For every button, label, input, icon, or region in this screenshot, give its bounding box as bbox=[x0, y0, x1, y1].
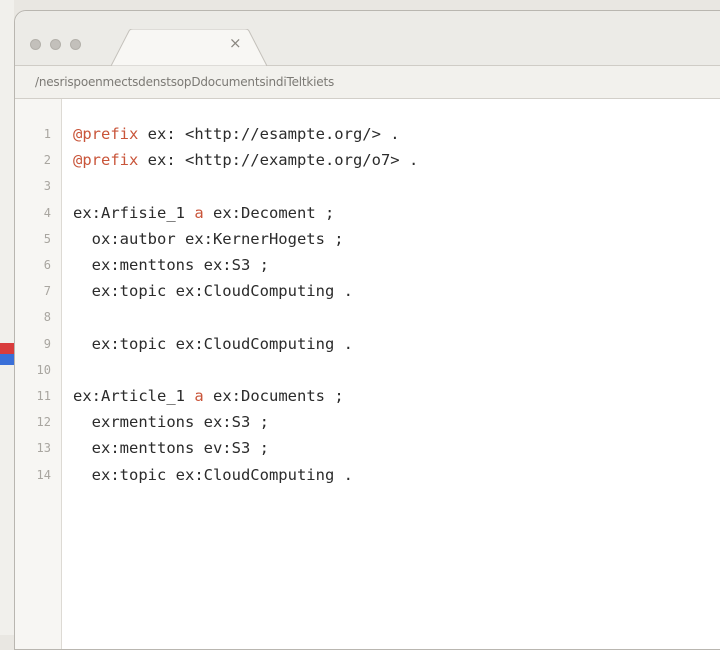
side-marker-red bbox=[0, 343, 14, 354]
code-line: 3 bbox=[15, 173, 715, 199]
line-number: 11 bbox=[36, 389, 51, 403]
window-controls bbox=[30, 39, 81, 50]
code-token: ex:topic ex:CloudComputing . bbox=[73, 465, 353, 484]
code-text: ex:topic ex:CloudComputing . bbox=[73, 331, 353, 357]
line-number: 9 bbox=[43, 336, 51, 351]
line-number: 12 bbox=[36, 415, 51, 430]
tab-active[interactable] bbox=[111, 29, 267, 66]
code-text: ex:topic ex:CloudComputing . bbox=[73, 278, 353, 304]
code-line: 8 bbox=[15, 304, 715, 330]
line-number: 4 bbox=[43, 205, 51, 220]
editor-window: × /nesrispoenmectsdenstsopDdocumentsindi… bbox=[14, 10, 720, 650]
code-text: ex:menttons ex:S3 ; bbox=[73, 252, 269, 278]
maximize-window-icon[interactable] bbox=[70, 39, 81, 50]
code-editor[interactable]: 1 @prefix ex: <http://esampte.org/> . 2 @pr… bbox=[15, 99, 720, 649]
line-number: 8 bbox=[43, 310, 51, 325]
minimize-window-icon[interactable] bbox=[50, 39, 61, 50]
code-text: exrmentions ex:S3 ; bbox=[73, 409, 269, 435]
side-marker bbox=[0, 343, 14, 365]
code-text: ox:autbor ex:KernerHogets ; bbox=[73, 226, 344, 252]
keyword-token: @prefix bbox=[73, 151, 139, 170]
line-number: 3 bbox=[43, 179, 51, 194]
code-line: 11 ex:Article_1 a ex:Documents ; bbox=[15, 383, 715, 409]
code-text: @prefix ex: <http://esampte.org/> . bbox=[73, 121, 400, 147]
line-number: 5 bbox=[43, 231, 51, 246]
code-text: ex:menttons ev:S3 ; bbox=[73, 435, 269, 461]
left-edge-strip bbox=[0, 0, 14, 635]
path-bar: /nesrispoenmectsdenstsopDdocumentsindiTe… bbox=[15, 66, 720, 99]
code-text: ex:Article_1 a ex:Documents ; bbox=[73, 383, 344, 409]
code-text: ex:Arfisie_1 a ex:Decoment ; bbox=[73, 200, 334, 226]
code-token: ex:Decoment ; bbox=[203, 203, 335, 222]
code-line: 9 ex:topic ex:CloudComputing . bbox=[15, 331, 715, 357]
side-marker-blue bbox=[0, 354, 14, 365]
code-token: ex:menttons ev:S3 ; bbox=[73, 439, 269, 458]
code-token: ex:topic ex:CloudComputing . bbox=[73, 282, 353, 301]
code-line: 10 bbox=[15, 357, 715, 383]
keyword-token: a bbox=[194, 203, 204, 222]
code-line: 12 exrmentions ex:S3 ; bbox=[15, 409, 715, 435]
keyword-token: @prefix bbox=[73, 125, 139, 143]
line-number: 6 bbox=[43, 258, 51, 272]
line-number: 14 bbox=[36, 467, 51, 482]
code-line: 5 ox:autbor ex:KernerHogets ; bbox=[15, 226, 715, 252]
code-line: 7 ex:topic ex:CloudComputing . bbox=[15, 278, 715, 304]
code-line: 1 @prefix ex: <http://esampte.org/> . bbox=[15, 121, 715, 147]
code-text: ex:topic ex:CloudComputing . bbox=[73, 462, 353, 488]
close-window-icon[interactable] bbox=[30, 39, 41, 50]
code-line: 13 ex:menttons ev:S3 ; bbox=[15, 435, 715, 461]
tab-close-icon[interactable]: × bbox=[229, 34, 242, 52]
keyword-token: a bbox=[194, 387, 204, 405]
code-token: ex:Article_1 bbox=[73, 387, 195, 405]
code-token: ex:Documents ; bbox=[203, 387, 344, 405]
code-line: 14 ex:topic ex:CloudComputing . bbox=[15, 462, 715, 488]
code-token: ex:Arfisie_1 bbox=[73, 203, 195, 222]
code-text: @prefix ex: <http://exampte.org/o7> . bbox=[73, 147, 418, 173]
code-token: ex: <http://exampte.org/o7> . bbox=[138, 151, 419, 170]
code-line: 2 @prefix ex: <http://exampte.org/o7> . bbox=[15, 147, 715, 173]
code-token: exrmentions ex:S3 ; bbox=[73, 413, 269, 432]
line-number: 7 bbox=[43, 284, 51, 299]
code-token: ex: <http://esampte.org/> . bbox=[138, 125, 400, 143]
code-line: 6 ex:menttons ex:S3 ; bbox=[15, 252, 715, 278]
code-token: ox:autbor ex:KernerHogets ; bbox=[73, 229, 344, 248]
code-token: ex:menttons ex:S3 ; bbox=[73, 256, 269, 274]
line-number: 2 bbox=[43, 153, 51, 168]
title-bar: × bbox=[15, 11, 720, 66]
code-line: 4 ex:Arfisie_1 a ex:Decoment ; bbox=[15, 200, 715, 226]
line-number: 13 bbox=[36, 441, 51, 456]
line-number: 1 bbox=[43, 127, 51, 141]
line-number: 10 bbox=[36, 362, 51, 377]
code-token: ex:topic ex:CloudComputing . bbox=[73, 334, 353, 353]
file-path: /nesrispoenmectsdenstsopDdocumentsindiTe… bbox=[35, 75, 335, 89]
